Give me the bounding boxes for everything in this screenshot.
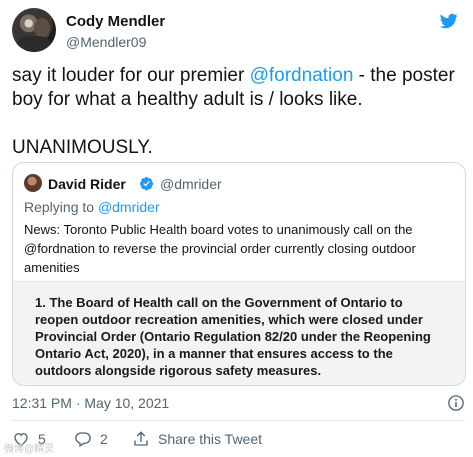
reply-button[interactable]: 2 <box>74 430 108 448</box>
reply-icon <box>75 432 91 448</box>
author-avatar[interactable] <box>12 8 56 52</box>
twitter-bird-icon[interactable] <box>438 12 460 30</box>
watermark: 微博@精灵 <box>4 444 55 455</box>
tweet-text-line-3: UNANIMOUSLY. <box>12 137 153 158</box>
tweet-timestamp[interactable]: 12:31 PM · May 10, 2021 <box>12 395 169 411</box>
share-label: Share this Tweet <box>158 431 263 447</box>
divider <box>12 420 465 421</box>
share-button[interactable]: Share this Tweet <box>132 430 262 448</box>
tweet-text-line-1: say it louder for our premier @fordnatio… <box>12 65 455 86</box>
tweet-text: say it louder for our premier @fordnatio… <box>12 64 462 160</box>
verified-badge-icon <box>139 176 154 191</box>
quoted-text-line: @fordnation to reverse the provincial or… <box>24 241 416 256</box>
tweet-header: Cody Mendler @Mendler09 <box>12 8 462 54</box>
quoted-author-name: David Rider <box>48 176 126 192</box>
quoted-tweet-text: News: Toronto Public Health board votes … <box>24 220 458 277</box>
image-text-line: Ontario Act, 2020), in a manner that ens… <box>35 346 393 361</box>
author-handle[interactable]: @Mendler09 <box>66 34 146 50</box>
image-text-line: reopen outdoor recreation amenities, whi… <box>35 312 423 327</box>
quoted-tweet[interactable]: David Rider @dmrider Replying to @dmride… <box>12 162 466 386</box>
image-text-line: 1. The Board of Health call on the Gover… <box>35 295 403 310</box>
image-text-line: Provincial Order (Ontario Regulation 82/… <box>35 329 431 344</box>
quoted-text-line: News: Toronto Public Health board votes … <box>24 222 413 237</box>
quoted-author-avatar <box>24 174 42 192</box>
share-icon <box>134 431 148 446</box>
info-icon[interactable] <box>447 394 465 412</box>
image-text-line: outdoors alongside rigorous safety measu… <box>35 363 322 378</box>
mention-link[interactable]: @fordnation <box>250 65 354 86</box>
image-document-text: 1. The Board of Health call on the Gover… <box>35 294 455 379</box>
author-name[interactable]: Cody Mendler <box>66 13 165 30</box>
quoted-text-line: amenities <box>24 260 80 275</box>
quoted-tweet-image[interactable]: 1. The Board of Health call on the Gover… <box>13 281 465 385</box>
reply-count: 2 <box>100 431 108 447</box>
replying-to-link[interactable]: @dmrider <box>98 199 160 215</box>
tweet-text-line-2: boy for what a healthy adult is / looks … <box>12 89 363 110</box>
quoted-author-handle: @dmrider <box>160 176 222 192</box>
tweet-actions: 5 2 Share this Tweet <box>12 430 462 450</box>
replying-to: Replying to @dmrider <box>24 199 160 215</box>
